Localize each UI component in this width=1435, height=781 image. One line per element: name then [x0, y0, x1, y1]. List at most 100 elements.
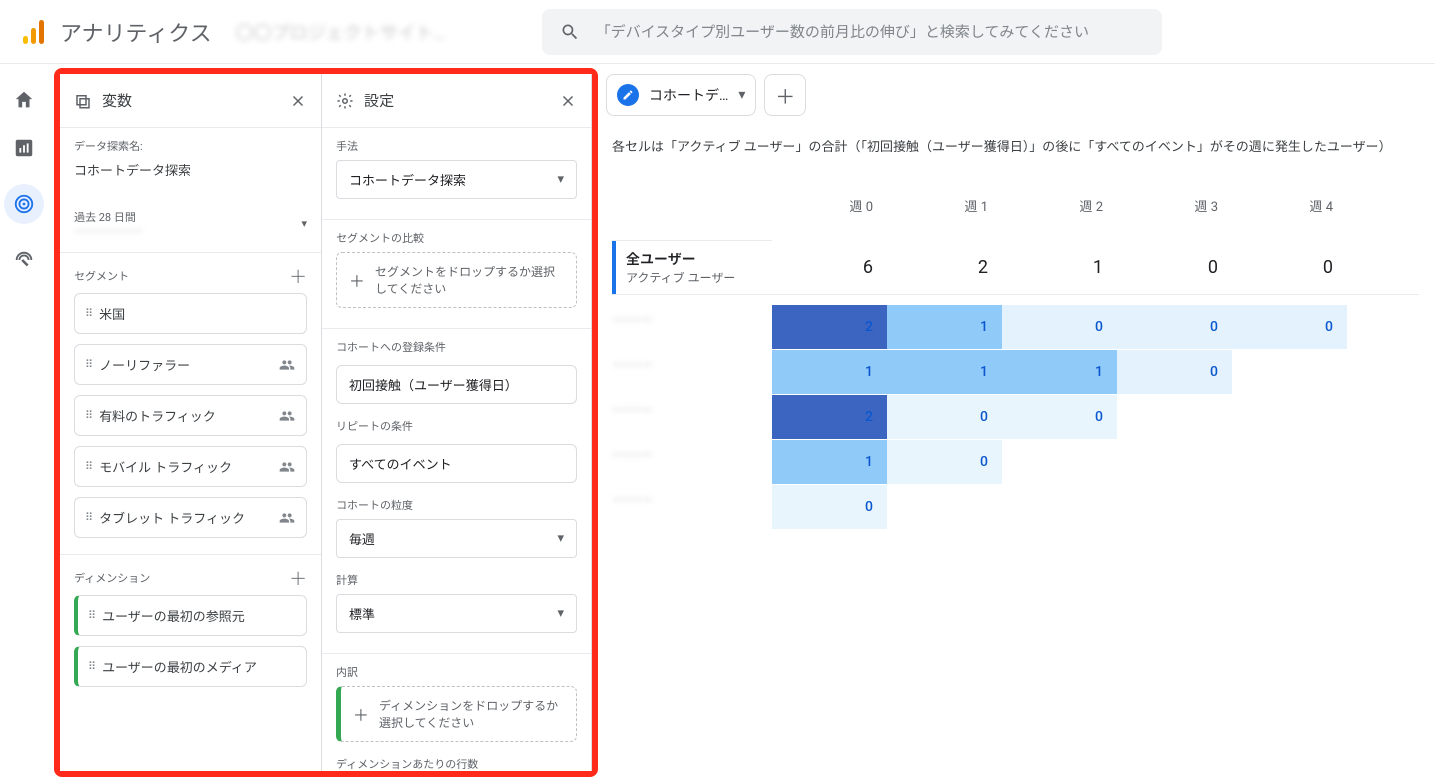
- row-label: ――――: [612, 403, 766, 418]
- add-tab-button[interactable]: ＋: [764, 74, 806, 116]
- variables-panel: 変数 データ探索名: コホートデータ探索 過去 28 日間 ―――――――― ▾: [60, 74, 322, 771]
- drag-handle-icon: ⠿: [85, 307, 91, 320]
- search-bar[interactable]: 「デバイスタイプ別ユーザー数の前月比の伸び」と検索してみてください: [542, 9, 1162, 55]
- dimension-chip[interactable]: ⠿ ユーザーの最初の参照元: [74, 595, 307, 636]
- nav-reports-icon[interactable]: [12, 136, 36, 160]
- cohort-cell: 0: [1002, 305, 1117, 349]
- drag-handle-icon: ⠿: [85, 358, 91, 371]
- close-variables-icon[interactable]: [289, 92, 307, 110]
- cohort-cell: 0: [772, 485, 887, 529]
- close-settings-icon[interactable]: [559, 92, 577, 110]
- property-selector[interactable]: 〇〇プロジェクトサイト…: [230, 19, 530, 45]
- dimension-label: ユーザーの最初の参照元: [102, 606, 245, 625]
- chevron-down-icon: ▾: [738, 87, 745, 103]
- left-nav: [0, 64, 48, 781]
- search-placeholder: 「デバイスタイプ別ユーザー数の前月比の伸び」と検索してみてください: [596, 21, 1089, 42]
- exploration-name-label: データ探索名:: [74, 138, 307, 154]
- technique-select[interactable]: コホートデータ探索 ▾: [336, 160, 577, 199]
- cohort-cell: 1: [887, 350, 1002, 394]
- total-cell: 1: [1002, 241, 1117, 294]
- drag-handle-icon: ⠿: [85, 460, 91, 473]
- segment-label: ノーリファラー: [99, 355, 190, 374]
- total-cell: 2: [887, 241, 1002, 294]
- people-icon: [278, 510, 296, 526]
- cohort-cell: [1002, 485, 1117, 529]
- total-row-label: 全ユーザーアクティブ ユーザー: [612, 241, 772, 294]
- cohort-cell: [1002, 440, 1117, 484]
- segment-chip[interactable]: ⠿ 米国: [74, 293, 307, 334]
- tab-cohort[interactable]: コホートデ… ▾: [606, 74, 756, 116]
- inclusion-label: コホートへの登録条件: [336, 339, 577, 355]
- plus-icon: ＋: [349, 268, 365, 292]
- technique-label: 手法: [336, 138, 577, 154]
- segment-chip[interactable]: ⠿タブレット トラフィック: [74, 497, 307, 538]
- cohort-col-header: 週 4: [1232, 177, 1347, 241]
- cohort-cell: 2: [772, 305, 887, 349]
- cohort-cell: 1: [772, 440, 887, 484]
- cohort-data-row: ――――200: [612, 395, 1419, 439]
- segment-label: モバイル トラフィック: [99, 457, 232, 476]
- segment-chip[interactable]: ⠿ ノーリファラー: [74, 344, 307, 385]
- granularity-select[interactable]: 毎週 ▾: [336, 519, 577, 558]
- segment-chip[interactable]: ⠿有料のトラフィック: [74, 395, 307, 436]
- segment-dropzone[interactable]: ＋ セグメントをドロップするか選択してください: [336, 252, 577, 308]
- segment-label: 米国: [99, 304, 125, 323]
- cohort-col-header: 週 0: [772, 177, 887, 241]
- drag-handle-icon: ⠿: [88, 609, 94, 622]
- total-cell: 0: [1117, 241, 1232, 294]
- cohort-data-row: ――――10: [612, 440, 1419, 484]
- cohort-cell: [1232, 395, 1347, 439]
- breakdown-label: 内訳: [336, 664, 577, 680]
- cohort-col-header: 週 3: [1117, 177, 1232, 241]
- segment-chip[interactable]: ⠿ モバイル トラフィック: [74, 446, 307, 487]
- rows-per-dim-label: ディメンションあたりの行数: [336, 756, 577, 771]
- cohort-cell: [1117, 395, 1232, 439]
- granularity-label: コホートの粒度: [336, 497, 577, 513]
- chevron-down-icon: ▾: [557, 531, 564, 546]
- variables-panel-header: 変数: [60, 74, 321, 128]
- row-label: ――――: [612, 313, 766, 328]
- people-icon: [278, 408, 296, 424]
- return-value[interactable]: すべてのイベント: [336, 444, 577, 483]
- main: 変数 データ探索名: コホートデータ探索 過去 28 日間 ―――――――― ▾: [48, 64, 1435, 781]
- nav-explore-icon[interactable]: [4, 184, 44, 224]
- nav-home-icon[interactable]: [12, 88, 36, 112]
- app-title: アナリティクス: [60, 16, 212, 48]
- cohort-cell: [1117, 485, 1232, 529]
- segment-label: タブレット トラフィック: [99, 508, 245, 527]
- drag-handle-icon: ⠿: [85, 409, 91, 422]
- breakdown-dropzone[interactable]: ＋ ディメンションをドロップするか選択してください: [336, 686, 577, 742]
- date-range-section[interactable]: 過去 28 日間 ―――――――― ▾: [60, 195, 321, 252]
- calculation-value: 標準: [349, 604, 375, 623]
- add-dimension-button[interactable]: ＋: [289, 565, 307, 591]
- add-segment-button[interactable]: ＋: [289, 263, 307, 289]
- canvas-description: 各セルは「アクティブ ユーザー」の合計（「初回接触（ユーザー獲得日）」の後に「す…: [612, 136, 1419, 155]
- variables-panel-title: 変数: [102, 90, 289, 111]
- exploration-name[interactable]: コホートデータ探索: [74, 158, 307, 189]
- people-icon: [278, 459, 296, 475]
- settings-panel-title: 設定: [364, 90, 559, 111]
- inclusion-value[interactable]: 初回接触（ユーザー獲得日）: [336, 365, 577, 404]
- cohort-cell: 0: [1002, 395, 1117, 439]
- segment-compare-label: セグメントの比較: [336, 230, 577, 246]
- dimensions-label: ディメンション: [74, 570, 150, 586]
- cohort-col-header: 週 2: [1002, 177, 1117, 241]
- tabs: コホートデ… ▾ ＋: [606, 74, 1419, 116]
- granularity-value: 毎週: [349, 529, 375, 548]
- cohort-table: 週 0週 1週 2週 3週 4 全ユーザーアクティブ ユーザー62100 ―――…: [612, 177, 1419, 529]
- dimension-chip[interactable]: ⠿ユーザーの最初のメディア: [74, 646, 307, 687]
- date-range-sub: ――――――――: [74, 225, 143, 238]
- total-cell: 6: [772, 241, 887, 294]
- exploration-name-section: データ探索名: コホートデータ探索: [60, 128, 321, 195]
- cohort-col-header: 週 1: [887, 177, 1002, 241]
- search-icon: [560, 22, 580, 42]
- cohort-cell: 0: [1232, 305, 1347, 349]
- dimensions-section: ディメンション ＋ ⠿ ユーザーの最初の参照元 ⠿ユーザーの最初のメディア: [60, 555, 321, 703]
- nav-advertising-icon[interactable]: [12, 248, 36, 272]
- cohort-cell: [887, 485, 1002, 529]
- calculation-select[interactable]: 標準 ▾: [336, 594, 577, 633]
- cohort-cell: [1232, 350, 1347, 394]
- chevron-down-icon: ▾: [301, 217, 307, 230]
- segment-drop-text: セグメントをドロップするか選択してください: [375, 263, 564, 297]
- cohort-cell: [1232, 485, 1347, 529]
